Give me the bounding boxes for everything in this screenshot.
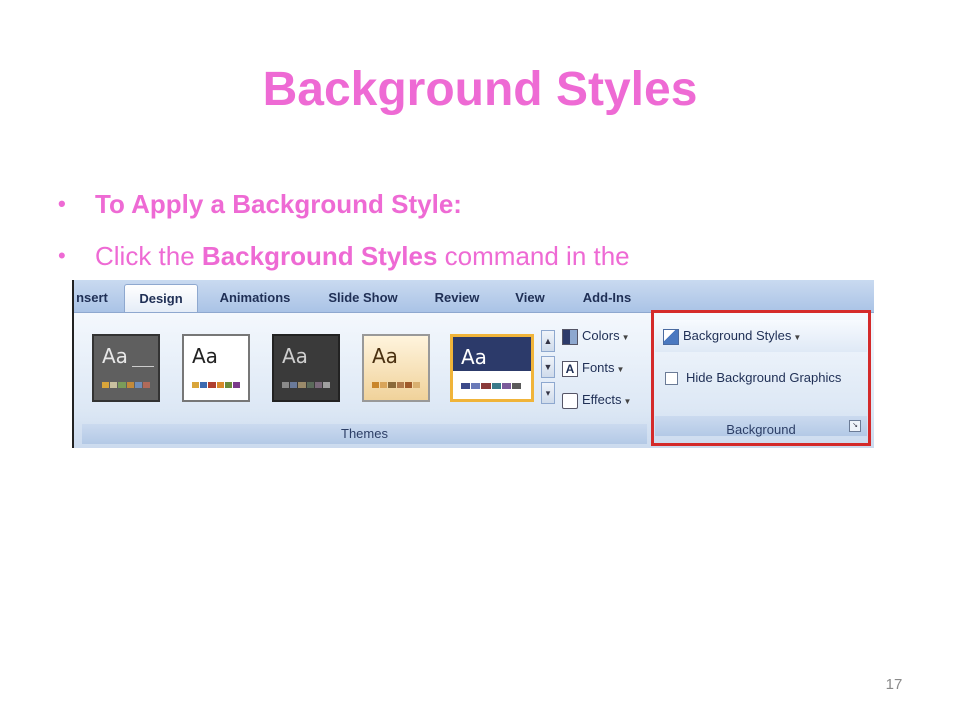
ribbon-screenshot: nsert Design Animations Slide Show Revie… — [72, 280, 874, 448]
bullet-text-post: command in the — [437, 241, 630, 271]
theme-sample-text: Aa — [102, 344, 128, 368]
theme-sample-text: Aa — [282, 344, 308, 368]
tab-slide-show[interactable]: Slide Show — [319, 284, 407, 312]
slide-title: Background Styles — [262, 63, 698, 116]
theme-swatches — [372, 382, 421, 388]
tab-insert[interactable]: nsert — [74, 284, 110, 312]
tab-animations[interactable]: Animations — [210, 284, 300, 312]
bullet-list: • To Apply a Background Style: • Click t… — [58, 178, 630, 282]
effects-icon — [562, 392, 578, 409]
theme-rule — [132, 366, 154, 367]
theme-sample-text: Aa — [372, 344, 398, 368]
theme-thumbnail[interactable]: Aa — [362, 334, 430, 402]
theme-thumbnail[interactable]: Aa — [182, 334, 250, 402]
dropdown-arrow-icon: ▼ — [616, 365, 625, 374]
themes-group-label: Themes — [341, 426, 388, 441]
theme-thumbnail[interactable]: Aa — [272, 334, 340, 402]
theme-swatches — [192, 382, 241, 388]
dropdown-arrow-icon: ▼ — [621, 333, 630, 342]
colors-icon — [562, 328, 578, 345]
page-number: 17 — [885, 676, 903, 693]
theme-thumbnail[interactable]: Aa — [92, 334, 160, 402]
bullet-icon: • — [58, 191, 66, 216]
tab-view[interactable]: View — [506, 284, 554, 312]
gallery-more-icon[interactable]: ▾ — [541, 382, 555, 404]
bullet-text-pre: Click the — [95, 241, 202, 271]
effects-label: Effects — [582, 392, 622, 407]
gallery-scroll-down-icon[interactable]: ▼ — [541, 356, 555, 378]
bullet-text: To Apply a Background Style: — [95, 189, 462, 219]
highlight-box — [651, 310, 871, 446]
colors-button[interactable]: Colors ▼ — [562, 328, 630, 345]
gallery-scroll-up-icon[interactable]: ▲ — [541, 330, 555, 352]
theme-swatches — [461, 383, 522, 389]
bullet-text-bold: Background Styles — [201, 241, 438, 271]
fonts-button[interactable]: A Fonts ▼ — [562, 360, 624, 377]
fonts-label: Fonts — [582, 360, 615, 375]
tab-design[interactable]: Design — [124, 284, 198, 313]
theme-thumbnail-selected[interactable]: Aa — [450, 334, 534, 402]
effects-button[interactable]: Effects ▼ — [562, 392, 631, 409]
theme-sample-text: Aa — [192, 344, 218, 368]
bullet-item: • To Apply a Background Style: — [58, 178, 630, 230]
dropdown-arrow-icon: ▼ — [623, 397, 632, 406]
tab-review[interactable]: Review — [426, 284, 488, 312]
tab-add-ins[interactable]: Add-Ins — [574, 284, 640, 312]
theme-swatches — [102, 382, 151, 388]
bullet-icon: • — [58, 243, 66, 268]
colors-label: Colors — [582, 328, 620, 343]
bullet-item: • Click the Background Styles command in… — [58, 230, 630, 282]
theme-swatches — [282, 382, 331, 388]
fonts-icon: A — [562, 360, 578, 377]
theme-sample-text: Aa — [461, 345, 487, 369]
ribbon-tab-bar: nsert Design Animations Slide Show Revie… — [74, 280, 874, 313]
